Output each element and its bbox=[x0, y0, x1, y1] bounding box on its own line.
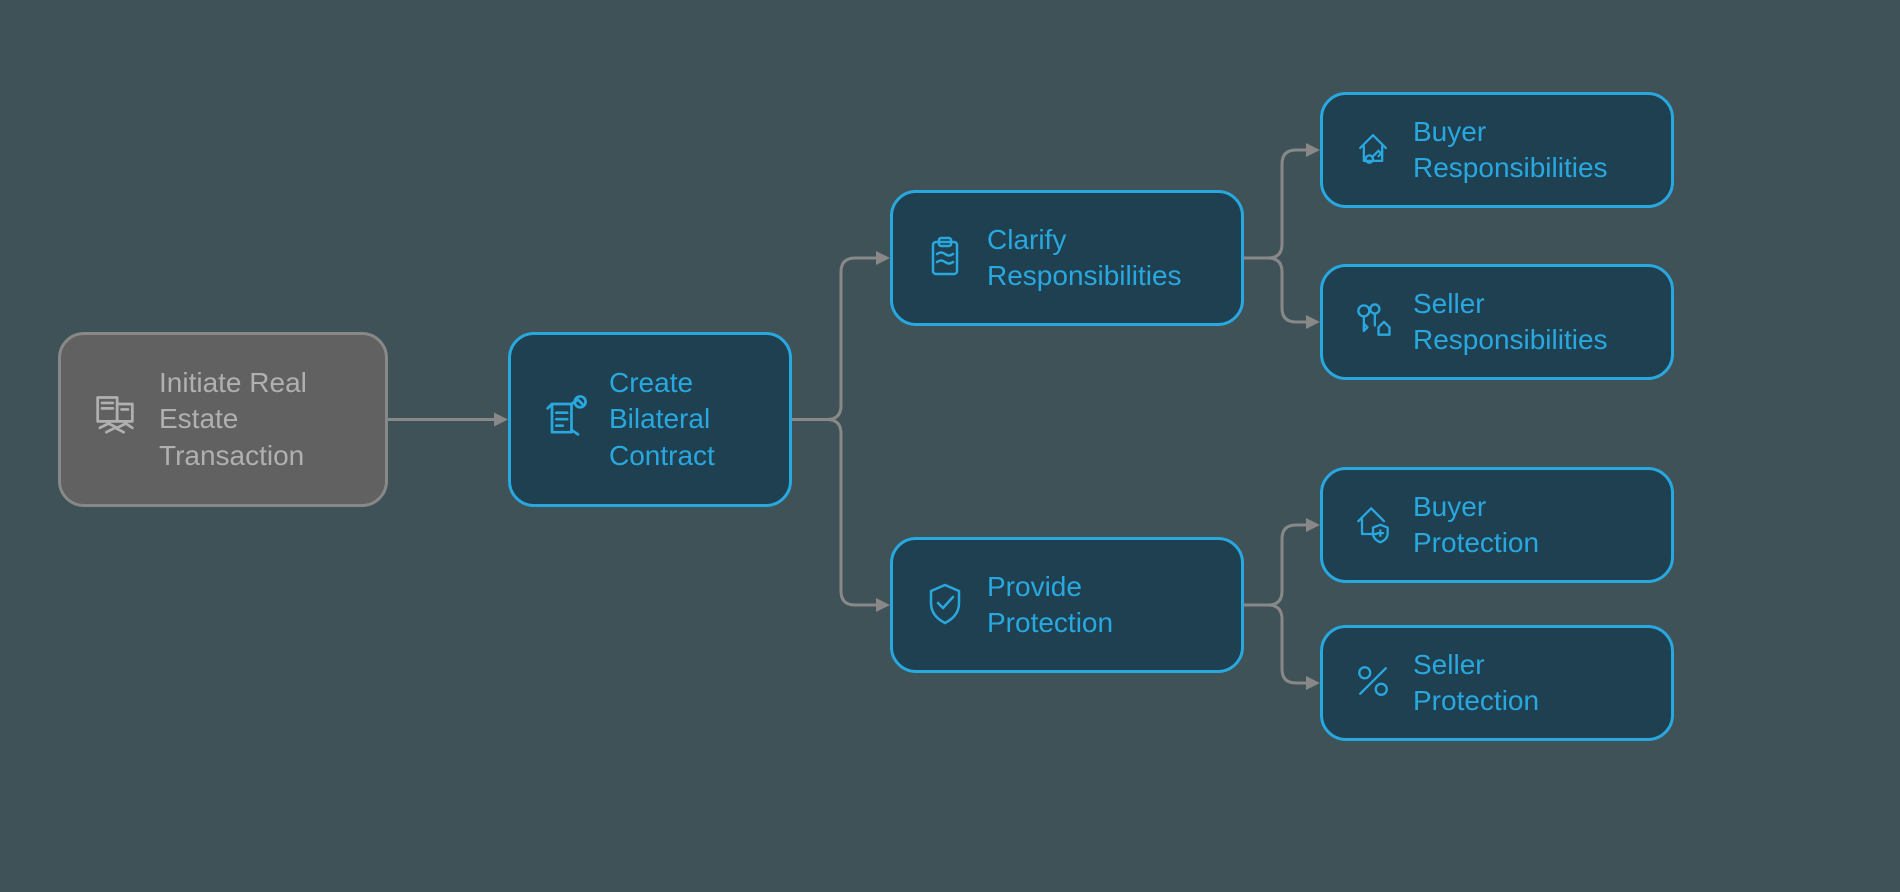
node-label: Seller Responsibilities bbox=[1413, 286, 1608, 359]
node-initiate-transaction: Initiate Real Estate Transaction bbox=[58, 332, 388, 507]
handshake-icon bbox=[89, 391, 141, 448]
shield-icon bbox=[921, 579, 969, 632]
node-provide-protection: Provide Protection bbox=[890, 537, 1244, 673]
node-seller-responsibilities: Seller Responsibilities bbox=[1320, 264, 1674, 380]
node-label: Clarify Responsibilities bbox=[987, 222, 1182, 295]
node-label: Buyer Protection bbox=[1413, 489, 1539, 562]
node-label: Buyer Responsibilities bbox=[1413, 114, 1608, 187]
node-label: Initiate Real Estate Transaction bbox=[159, 365, 307, 474]
node-clarify-responsibilities: Clarify Responsibilities bbox=[890, 190, 1244, 326]
percent-icon bbox=[1351, 659, 1395, 708]
node-buyer-responsibilities: Buyer Responsibilities bbox=[1320, 92, 1674, 208]
house-shield-icon bbox=[1351, 501, 1395, 550]
keys-house-icon bbox=[1351, 298, 1395, 347]
node-buyer-protection: Buyer Protection bbox=[1320, 467, 1674, 583]
node-label: Seller Protection bbox=[1413, 647, 1539, 720]
node-create-contract: Create Bilateral Contract bbox=[508, 332, 792, 507]
node-label: Create Bilateral Contract bbox=[609, 365, 715, 474]
house-key-icon bbox=[1351, 126, 1395, 175]
node-label: Provide Protection bbox=[987, 569, 1113, 642]
diagram-canvas: Initiate Real Estate Transaction Create … bbox=[0, 0, 1900, 892]
clipboard-icon bbox=[921, 232, 969, 285]
contract-icon bbox=[539, 391, 591, 448]
node-seller-protection: Seller Protection bbox=[1320, 625, 1674, 741]
